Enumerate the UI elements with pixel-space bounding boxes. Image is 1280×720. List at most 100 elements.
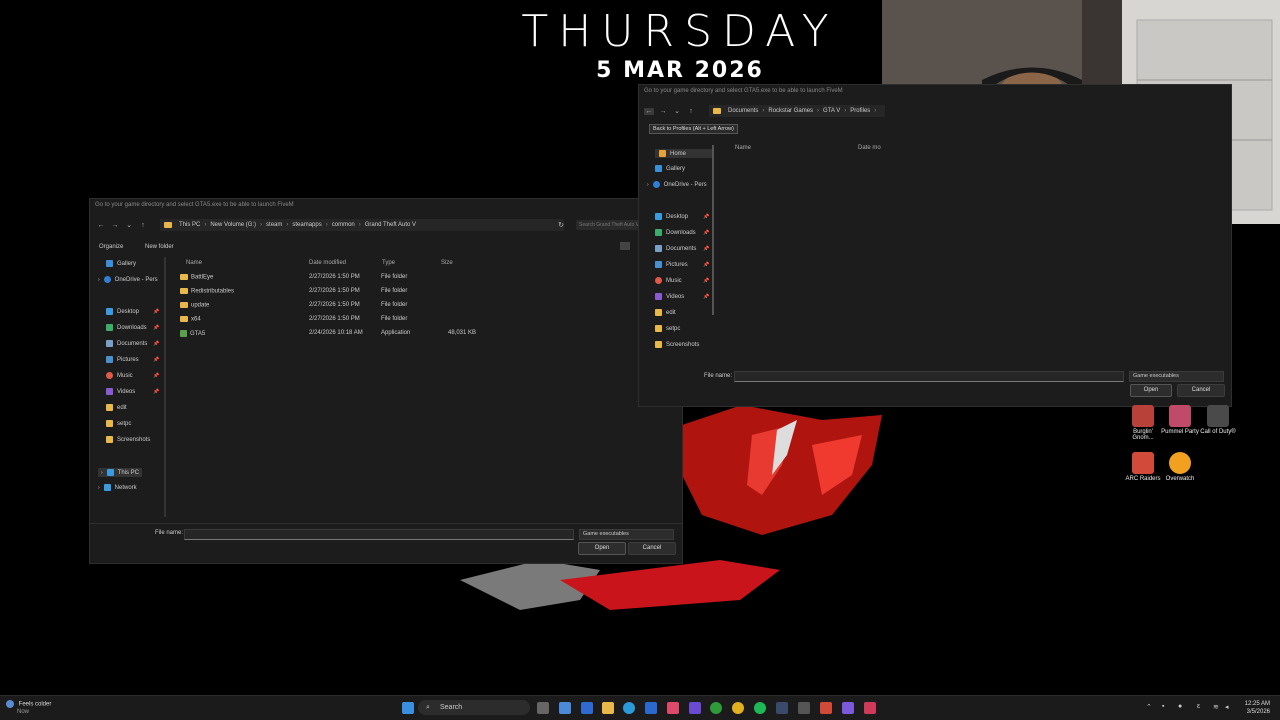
nav-item-edit[interactable]: edit xyxy=(106,404,127,411)
nav-item-edit[interactable]: edit xyxy=(655,309,676,316)
volume-icon[interactable]: ◂ xyxy=(1225,703,1229,711)
column-header-date[interactable]: Date modified xyxy=(309,260,346,266)
app-icon[interactable] xyxy=(798,702,810,714)
nav-scrollbar[interactable] xyxy=(164,257,166,517)
desktop-icon-arc-raiders[interactable]: ARC Raiders xyxy=(1123,452,1163,482)
back-arrow-icon[interactable]: ← xyxy=(96,222,106,229)
breadcrumb-item[interactable]: Grand Theft Auto V xyxy=(365,222,416,228)
expand-chevron-icon[interactable]: › xyxy=(98,277,100,283)
wifi-icon[interactable]: ≋ xyxy=(1213,703,1219,711)
nav-item-videos[interactable]: Videos xyxy=(106,388,135,395)
nav-item-onedrive[interactable]: › OneDrive - Pers xyxy=(98,276,158,283)
cancel-button[interactable]: Cancel xyxy=(628,542,676,555)
nav-item-downloads[interactable]: Downloads xyxy=(106,324,147,331)
task-view-icon[interactable] xyxy=(537,702,549,714)
weather-widget[interactable]: Feels colder Now xyxy=(6,700,51,716)
app-icon[interactable] xyxy=(581,702,593,714)
edge-icon[interactable] xyxy=(623,702,635,714)
desktop-icon-call-of-duty[interactable]: Call of Duty® xyxy=(1198,405,1238,435)
new-folder-button[interactable]: New folder xyxy=(145,244,174,250)
view-options-icon[interactable] xyxy=(620,242,630,250)
back-arrow-icon[interactable]: ← xyxy=(644,107,654,115)
cancel-button[interactable]: Cancel xyxy=(1177,384,1225,397)
copilot-icon[interactable] xyxy=(559,702,571,714)
nav-item-music[interactable]: Music xyxy=(106,372,133,379)
nav-item-this-pc[interactable]: › This PC xyxy=(98,468,143,477)
desktop-icon-pummel-party[interactable]: Pummel Party xyxy=(1160,405,1200,435)
breadcrumb-item[interactable]: GTA V xyxy=(823,108,840,114)
app-icon[interactable] xyxy=(864,702,876,714)
file-type-select[interactable]: Game executables xyxy=(1129,371,1224,382)
tray-chevron-icon[interactable]: ⌃ xyxy=(1146,703,1152,711)
breadcrumb-item[interactable]: steam xyxy=(266,222,282,228)
tray-app-icon[interactable]: ▪ xyxy=(1162,703,1164,710)
column-header-name[interactable]: Name xyxy=(735,145,751,151)
nav-item-network[interactable]: › Network xyxy=(98,484,137,491)
keyboard-icon[interactable]: ε xyxy=(1197,703,1200,710)
microphone-icon[interactable]: ● xyxy=(1178,703,1182,710)
nav-item-desktop[interactable]: Desktop xyxy=(106,308,139,315)
windows-start-icon[interactable] xyxy=(402,702,414,714)
organize-button[interactable]: Organize xyxy=(99,244,123,250)
open-button[interactable]: Open xyxy=(1130,384,1172,397)
column-header-date[interactable]: Date mo xyxy=(858,145,881,151)
expand-chevron-icon[interactable]: › xyxy=(98,485,100,491)
app-icon[interactable] xyxy=(820,702,832,714)
nav-item-screenshots[interactable]: Screenshots xyxy=(655,341,699,348)
app-icon[interactable] xyxy=(667,702,679,714)
file-name-input[interactable] xyxy=(734,371,1124,382)
column-header-type[interactable]: Type xyxy=(382,260,395,266)
breadcrumb-item[interactable]: steamapps xyxy=(292,222,321,228)
breadcrumb[interactable]: This PC › New Volume (G:) › steam › steamap… xyxy=(160,219,564,231)
nav-item-desktop[interactable]: Desktop xyxy=(655,213,688,220)
breadcrumb[interactable]: Documents › Rockstar Games › GTA V › Profil… xyxy=(709,105,885,117)
forward-arrow-icon[interactable]: → xyxy=(658,108,668,115)
file-explorer-icon[interactable] xyxy=(602,702,614,714)
forward-arrow-icon[interactable]: → xyxy=(110,222,120,229)
xbox-icon[interactable] xyxy=(710,702,722,714)
file-name-input[interactable] xyxy=(184,529,574,540)
breadcrumb-item[interactable]: This PC xyxy=(179,222,200,228)
nav-item-screenshots[interactable]: Screenshots xyxy=(106,436,150,443)
open-button[interactable]: Open xyxy=(578,542,626,555)
up-arrow-icon[interactable]: ↑ xyxy=(686,108,696,115)
nav-item-gallery[interactable]: Gallery xyxy=(655,165,685,172)
nav-item-gallery[interactable]: Gallery xyxy=(106,260,136,267)
nav-item-videos[interactable]: Videos xyxy=(655,293,684,300)
desktop-icon-burglin-gnomes[interactable]: Burglin' Gnom... xyxy=(1123,405,1163,441)
mail-icon[interactable] xyxy=(645,702,657,714)
recent-chevron-icon[interactable]: ⌄ xyxy=(124,221,134,229)
breadcrumb-item[interactable]: Documents xyxy=(728,108,758,114)
taskbar-clock[interactable]: 12:25 AM 3/5/2026 xyxy=(1245,700,1270,716)
nav-item-downloads[interactable]: Downloads xyxy=(655,229,696,236)
app-icon[interactable] xyxy=(842,702,854,714)
chrome-icon[interactable] xyxy=(732,702,744,714)
nav-item-pictures[interactable]: Pictures xyxy=(106,356,139,363)
file-type-select[interactable]: Game executables xyxy=(579,529,674,540)
nav-item-setpc[interactable]: setpc xyxy=(655,325,680,332)
expand-chevron-icon[interactable]: › xyxy=(647,182,649,188)
nav-item-onedrive[interactable]: › OneDrive - Pers xyxy=(647,181,707,188)
taskbar-search[interactable]: ⌕ Search xyxy=(418,700,530,715)
app-icon[interactable] xyxy=(689,702,701,714)
nav-item-setpc[interactable]: setpc xyxy=(106,420,131,427)
breadcrumb-item[interactable]: New Volume (G:) xyxy=(210,222,256,228)
spotify-icon[interactable] xyxy=(754,702,766,714)
nav-item-documents[interactable]: Documents xyxy=(106,340,147,347)
nav-item-music[interactable]: Music xyxy=(655,277,682,284)
up-arrow-icon[interactable]: ↑ xyxy=(138,222,148,229)
breadcrumb-item[interactable]: Rockstar Games xyxy=(768,108,813,114)
breadcrumb-item[interactable]: common xyxy=(332,222,355,228)
nav-item-documents[interactable]: Documents xyxy=(655,245,696,252)
nav-item-pictures[interactable]: Pictures xyxy=(655,261,688,268)
column-header-name[interactable]: Name xyxy=(186,260,202,266)
nav-item-home[interactable]: Home xyxy=(655,149,713,158)
nav-scrollbar[interactable] xyxy=(712,145,714,315)
expand-chevron-icon[interactable]: › xyxy=(101,470,103,476)
desktop-icon-overwatch[interactable]: Overwatch xyxy=(1160,452,1200,482)
recent-chevron-icon[interactable]: ⌄ xyxy=(672,107,682,115)
refresh-icon[interactable]: ↻ xyxy=(556,221,566,229)
steam-icon[interactable] xyxy=(776,702,788,714)
breadcrumb-item[interactable]: Profiles xyxy=(850,108,870,114)
column-header-size[interactable]: Size xyxy=(441,260,453,266)
